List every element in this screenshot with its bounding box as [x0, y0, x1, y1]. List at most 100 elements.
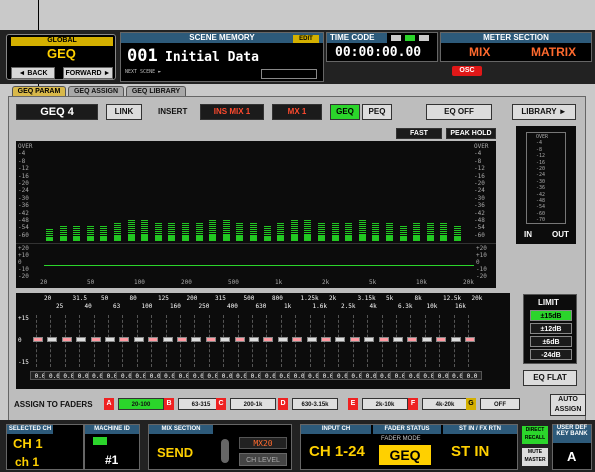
geq-fader[interactable] — [148, 315, 160, 367]
geq-fader[interactable] — [436, 315, 448, 367]
selected-ch-panel[interactable]: SELECTED CH CH 1 ch 1 — [6, 424, 84, 470]
fader-knob[interactable] — [335, 337, 346, 342]
limit-6db-button[interactable]: ±6dB — [530, 336, 572, 347]
geq-fader[interactable] — [364, 315, 376, 367]
eq-off-button[interactable]: EQ OFF — [426, 104, 492, 120]
meter-mix[interactable]: MIX — [469, 45, 490, 59]
geq-fader[interactable] — [33, 315, 45, 367]
geq-fader[interactable] — [61, 315, 74, 367]
fader-knob[interactable] — [177, 337, 187, 342]
fader-knob[interactable] — [364, 337, 375, 342]
mix-section-panel[interactable]: MIX SECTION SEND MX20 CH LEVEL — [148, 424, 292, 470]
fader-knob[interactable] — [263, 337, 274, 342]
fader-knob[interactable] — [349, 337, 360, 342]
fader-knob[interactable] — [378, 337, 389, 342]
assign-range-button[interactable]: 2k-10k — [362, 398, 408, 410]
geq-fader[interactable] — [249, 315, 261, 367]
fader-status-geq[interactable]: GEQ — [379, 445, 431, 465]
geq-fader[interactable] — [393, 315, 405, 367]
fader-knob[interactable] — [436, 337, 447, 342]
geq-fader[interactable] — [220, 315, 232, 367]
fader-knob[interactable] — [220, 337, 231, 342]
geq-fader[interactable] — [47, 315, 59, 367]
fader-knob[interactable] — [133, 337, 144, 342]
fader-knob[interactable] — [277, 337, 288, 342]
fader-knob[interactable] — [119, 337, 130, 342]
geq-fader[interactable] — [450, 315, 463, 367]
tab-geq-param[interactable]: GEQ PARAM — [12, 86, 66, 96]
limit-24db-button[interactable]: -24dB — [530, 349, 572, 360]
link-button[interactable]: LINK — [106, 104, 142, 120]
scene-memory-panel[interactable]: SCENE MEMORY EDIT 001 Initial Data NEXT … — [120, 32, 324, 82]
assign-range-button[interactable]: 200-1k — [230, 398, 276, 410]
forward-button[interactable]: FORWARD ► — [63, 67, 113, 79]
tab-geq-library[interactable]: GEQ LIBRARY — [126, 86, 186, 96]
user-def-key-panel[interactable]: USER DEF KEY BANK A — [552, 424, 592, 470]
fast-button[interactable]: FAST — [396, 128, 442, 139]
geq-fader[interactable] — [349, 315, 362, 367]
st-in-value[interactable]: ST IN — [451, 443, 489, 460]
assign-range-button[interactable]: OFF — [480, 398, 520, 410]
fader-knob[interactable] — [191, 337, 202, 342]
osc-indicator[interactable]: OSC — [452, 66, 482, 76]
back-button[interactable]: ◄ BACK — [11, 67, 55, 79]
geq-fader[interactable] — [321, 315, 333, 367]
insert-point-select[interactable]: INS MIX 1 — [200, 104, 264, 120]
direct-recall-button[interactable]: DIRECT RECALL — [522, 426, 548, 444]
geq-fader[interactable] — [263, 315, 275, 367]
meter-section-panel[interactable]: METER SECTION MIX MATRIX — [440, 32, 592, 62]
assign-range-button[interactable]: 4k-20k — [422, 398, 468, 410]
geq-fader[interactable] — [421, 315, 434, 367]
fader-knob[interactable] — [61, 337, 72, 342]
geq-fader[interactable] — [335, 315, 347, 367]
geq-selector[interactable]: GEQ 4 — [16, 104, 98, 120]
geq-fader[interactable] — [162, 315, 175, 367]
geq-fader[interactable] — [407, 315, 419, 367]
geq-fader[interactable] — [76, 315, 88, 367]
geq-fader[interactable] — [378, 315, 391, 367]
geq-fader[interactable] — [105, 315, 117, 367]
geq-fader[interactable] — [465, 315, 477, 367]
fader-knob[interactable] — [205, 337, 216, 342]
geq-fader[interactable] — [292, 315, 304, 367]
geq-fader[interactable] — [306, 315, 319, 367]
fader-knob[interactable] — [306, 337, 317, 342]
assign-range-button[interactable]: 20-100 — [118, 398, 164, 410]
assign-range-button[interactable]: 630-3.15k — [292, 398, 338, 410]
fader-knob[interactable] — [393, 337, 403, 342]
fader-knob[interactable] — [90, 337, 101, 342]
peak-hold-button[interactable]: PEAK HOLD — [446, 128, 496, 139]
geq-fader[interactable] — [133, 315, 146, 367]
geq-fader[interactable] — [177, 315, 189, 367]
input-ch-range[interactable]: CH 1-24 — [309, 443, 365, 460]
insert-mix-select[interactable]: MX 1 — [272, 104, 322, 120]
fader-knob[interactable] — [234, 337, 245, 342]
meter-matrix[interactable]: MATRIX — [531, 45, 576, 59]
fader-knob[interactable] — [148, 337, 159, 342]
send-mode[interactable]: SEND — [157, 445, 193, 460]
fader-knob[interactable] — [292, 337, 303, 342]
geq-mode-button[interactable]: GEQ — [330, 104, 360, 120]
geq-fader[interactable] — [205, 315, 218, 367]
fader-knob[interactable] — [421, 337, 432, 342]
geq-fader[interactable] — [277, 315, 290, 367]
fader-knob[interactable] — [321, 337, 331, 342]
fader-knob[interactable] — [450, 337, 461, 342]
fader-knob[interactable] — [407, 337, 418, 342]
fader-knob[interactable] — [162, 337, 173, 342]
peq-mode-button[interactable]: PEQ — [362, 104, 392, 120]
limit-12db-button[interactable]: ±12dB — [530, 323, 572, 334]
library-button[interactable]: LIBRARY ► — [512, 104, 576, 120]
eq-flat-button[interactable]: EQ FLAT — [523, 370, 577, 386]
geq-fader[interactable] — [119, 315, 131, 367]
auto-assign-button[interactable]: AUTO ASSIGN — [550, 394, 586, 416]
fader-knob[interactable] — [47, 337, 58, 342]
fader-knob[interactable] — [76, 337, 87, 342]
tab-geq-assign[interactable]: GEQ ASSIGN — [68, 86, 124, 96]
geq-fader[interactable] — [234, 315, 247, 367]
fader-knob[interactable] — [249, 337, 259, 342]
limit-15db-button[interactable]: ±15dB — [530, 310, 572, 321]
mute-master-button[interactable]: MUTE MASTER — [522, 448, 548, 466]
ch-level-button[interactable]: CH LEVEL — [239, 453, 287, 466]
geq-fader[interactable] — [90, 315, 103, 367]
